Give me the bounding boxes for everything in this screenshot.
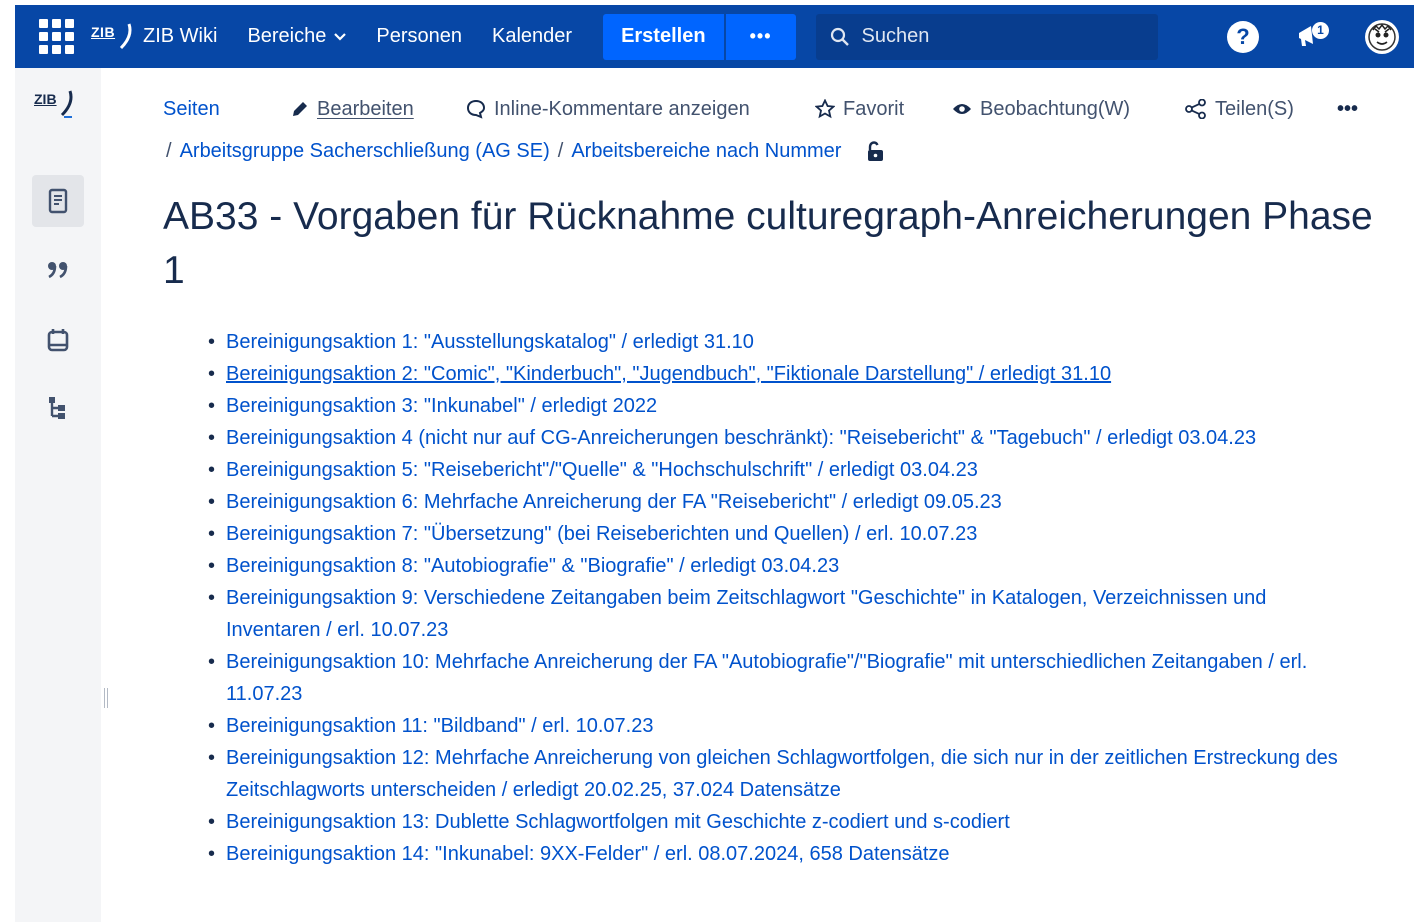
list-item: Bereinigungsaktion 10: Mehrfache Anreich… — [208, 646, 1348, 710]
space-sidebar: ZIB — [15, 68, 101, 922]
page-toolbar: Seiten Bearbeiten Inline-Kommentare anze… — [163, 92, 1373, 126]
hierarchy-icon — [49, 397, 65, 419]
app-switcher-grid-icon[interactable] — [35, 19, 77, 55]
page-content: Bereinigungsaktion 1: "Ausstellungskatal… — [208, 326, 1348, 870]
cleanup-action-link[interactable]: Bereinigungsaktion 13: Dublette Schlagwo… — [226, 811, 1010, 833]
list-item: Bereinigungsaktion 8: "Autobiografie" & … — [208, 550, 1348, 582]
star-icon — [815, 99, 835, 119]
list-item: Bereinigungsaktion 3: "Inkunabel" / erle… — [208, 390, 1348, 422]
list-item: Bereinigungsaktion 7: "Übersetzung" (bei… — [208, 518, 1348, 550]
cleanup-action-link[interactable]: Bereinigungsaktion 2: "Comic", "Kinderbu… — [226, 363, 1111, 385]
cleanup-action-link[interactable]: Bereinigungsaktion 12: Mehrfache Anreich… — [226, 747, 1338, 801]
comment-icon — [466, 99, 486, 119]
unlocked-padlock-icon[interactable] — [865, 140, 885, 163]
share-icon — [1185, 99, 1206, 119]
search-input[interactable] — [861, 25, 1142, 48]
list-item: Bereinigungsaktion 14: "Inkunabel: 9XX-F… — [208, 838, 1348, 870]
edit-label: Bearbeiten — [317, 97, 414, 120]
create-more-button[interactable]: ••• — [725, 13, 796, 60]
space-logo[interactable]: ZIB — [32, 88, 84, 128]
space-logo-text: ZIB — [34, 91, 57, 107]
breadcrumb-separator: / — [166, 140, 172, 162]
cleanup-action-link[interactable]: Bereinigungsaktion 4 (nicht nur auf CG-A… — [226, 427, 1256, 449]
zib-logo-swoosh-icon — [119, 23, 132, 49]
pencil-icon — [293, 102, 307, 116]
list-item: Bereinigungsaktion 12: Mehrfache Anreich… — [208, 742, 1348, 806]
eye-icon — [953, 104, 971, 114]
cleanup-action-link[interactable]: Bereinigungsaktion 5: "Reisebericht"/"Qu… — [226, 459, 978, 481]
search-box[interactable] — [815, 13, 1158, 60]
breadcrumb: / Arbeitsgruppe Sacherschließung (AG SE)… — [166, 140, 885, 163]
sidebar-item-pages[interactable] — [32, 175, 84, 227]
list-item: Bereinigungsaktion 11: "Bildband" / erl.… — [208, 710, 1348, 742]
list-item: Bereinigungsaktion 5: "Reisebericht"/"Qu… — [208, 454, 1348, 486]
space-logo-swoosh-icon — [60, 90, 73, 118]
watch-button[interactable]: Beobachtung(W) — [952, 98, 1185, 121]
sidebar-item-blog[interactable] — [32, 244, 84, 296]
search-icon — [830, 27, 849, 46]
pages-icon — [48, 188, 68, 214]
zib-logo: ZIB — [91, 20, 133, 54]
list-item: Bereinigungsaktion 6: Mehrfache Anreiche… — [208, 486, 1348, 518]
cleanup-action-link[interactable]: Bereinigungsaktion 8: "Autobiografie" & … — [226, 555, 839, 577]
top-navigation-bar: ZIB ZIB Wiki Bereiche Personen Kalender … — [15, 5, 1414, 68]
cleanup-action-link[interactable]: Bereinigungsaktion 1: "Ausstellungskatal… — [226, 331, 754, 353]
create-button[interactable]: Erstellen — [603, 13, 724, 60]
inline-comments-label: Inline-Kommentare anzeigen — [494, 97, 750, 120]
notifications-button[interactable]: 1 — [1295, 20, 1329, 54]
list-item: Bereinigungsaktion 13: Dublette Schlagwo… — [208, 806, 1348, 838]
cleanup-actions-list: Bereinigungsaktion 1: "Ausstellungskatal… — [208, 326, 1348, 870]
areas-menu[interactable]: Bereiche — [232, 5, 361, 68]
breadcrumb-separator: / — [557, 140, 564, 162]
cleanup-action-link[interactable]: Bereinigungsaktion 9: Verschiedene Zeita… — [226, 587, 1266, 641]
sidebar-item-calendar[interactable] — [32, 314, 84, 366]
cleanup-action-link[interactable]: Bereinigungsaktion 10: Mehrfache Anreich… — [226, 651, 1307, 705]
people-link[interactable]: Personen — [361, 5, 477, 68]
cleanup-action-link[interactable]: Bereinigungsaktion 11: "Bildband" / erl.… — [226, 715, 653, 737]
share-label: Teilen(S) — [1215, 97, 1294, 120]
more-actions-button[interactable]: ••• — [1337, 98, 1367, 121]
favorite-label: Favorit — [843, 97, 905, 120]
watch-label: Beobachtung(W) — [980, 97, 1131, 120]
inline-comments-button[interactable]: Inline-Kommentare anzeigen — [466, 98, 815, 121]
cleanup-action-link[interactable]: Bereinigungsaktion 7: "Übersetzung" (bei… — [226, 523, 977, 545]
chevron-down-icon — [334, 32, 347, 41]
areas-menu-label: Bereiche — [247, 25, 327, 47]
list-item: Bereinigungsaktion 9: Verschiedene Zeita… — [208, 582, 1348, 646]
calendar-icon — [47, 329, 69, 352]
edit-button[interactable]: Bearbeiten — [291, 98, 466, 121]
pages-link[interactable]: Seiten — [163, 98, 291, 121]
help-button[interactable]: ? — [1227, 20, 1259, 53]
page-title: AB33 - Vorgaben für Rücknahme culturegra… — [163, 195, 1373, 292]
share-button[interactable]: Teilen(S) — [1185, 98, 1337, 121]
sidebar-item-hierarchy[interactable] — [32, 382, 84, 434]
cleanup-action-link[interactable]: Bereinigungsaktion 14: "Inkunabel: 9XX-F… — [226, 843, 950, 865]
favorite-button[interactable]: Favorit — [815, 98, 952, 121]
breadcrumb-item-ag-se[interactable]: Arbeitsgruppe Sacherschließung (AG SE) — [180, 140, 550, 163]
avatar-image-icon — [1368, 22, 1396, 51]
notification-count-badge: 1 — [1312, 21, 1329, 39]
user-avatar[interactable] — [1365, 19, 1399, 54]
list-item: Bereinigungsaktion 4 (nicht nur auf CG-A… — [208, 422, 1348, 454]
cleanup-action-link[interactable]: Bereinigungsaktion 3: "Inkunabel" / erle… — [226, 395, 657, 417]
list-item: Bereinigungsaktion 2: "Comic", "Kinderbu… — [208, 358, 1348, 390]
list-item: Bereinigungsaktion 1: "Ausstellungskatal… — [208, 326, 1348, 358]
calendar-link[interactable]: Kalender — [477, 5, 587, 68]
site-name-link[interactable]: ZIB Wiki — [133, 5, 232, 68]
quote-icon — [48, 262, 68, 279]
sidebar-resize-handle[interactable] — [103, 688, 109, 708]
breadcrumb-item-arbeitsbereiche[interactable]: Arbeitsbereiche nach Nummer — [571, 140, 841, 163]
zib-logo-link[interactable]: ZIB — [91, 5, 133, 68]
zib-logo-text: ZIB — [91, 23, 116, 40]
cleanup-action-link[interactable]: Bereinigungsaktion 6: Mehrfache Anreiche… — [226, 491, 1002, 513]
